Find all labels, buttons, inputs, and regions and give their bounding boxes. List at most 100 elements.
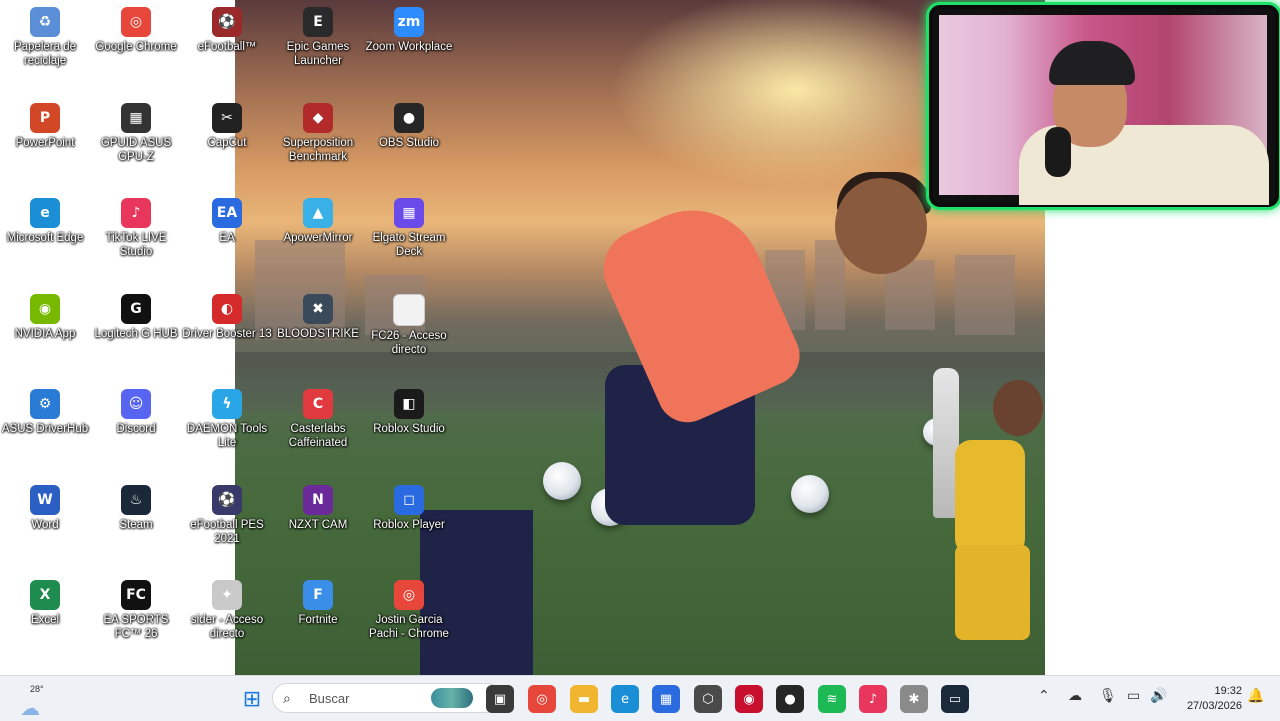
desktop-icon[interactable]: ▲ ApowerMirror [273, 194, 363, 245]
microphone-icon[interactable]: 🎙 [1099, 688, 1117, 704]
taskbar-app-task-view[interactable]: ▣ [486, 685, 514, 713]
edge-icon: e [621, 691, 629, 707]
desktop-icon[interactable]: X Excel [0, 576, 90, 627]
desktop-icon-label: Google Chrome [95, 41, 177, 53]
desktop-icon[interactable]: ϟ DAEMON Tools Lite [182, 385, 272, 450]
benchmark-icon: ◆ [303, 103, 333, 133]
excel-icon: X [30, 580, 60, 610]
desktop-icon[interactable]: ✂ CapCut [182, 99, 272, 150]
task-view-icon: ▣ [493, 691, 507, 707]
windows-icon: ⊞ [242, 686, 262, 712]
store-icon: ▦ [659, 691, 673, 707]
weather-widget[interactable]: 28° ☁ [20, 680, 60, 720]
capture-icon: ▭ [948, 691, 962, 707]
display-icon[interactable]: ▭ [1127, 688, 1140, 704]
notification-icon[interactable]: 🔔 [1247, 688, 1264, 704]
cloud-icon[interactable]: ☁ [1068, 688, 1082, 704]
search-input[interactable]: ⌕ Buscar [272, 683, 502, 713]
taskbar-app-edge[interactable]: e [611, 685, 639, 713]
desktop-icon[interactable]: FC26 - Acceso directo [364, 290, 454, 357]
desktop-icon-label: Epic Games Launcher [286, 41, 350, 67]
desktop-icon-label: Papelera de reciclaje [13, 41, 77, 67]
chevron-up-icon[interactable]: ⌃ [1038, 688, 1050, 704]
taskbar-app-capture[interactable]: ▭ [941, 685, 969, 713]
desktop-icon[interactable]: zm Zoom Workplace [364, 3, 454, 54]
taskbar-app-obs[interactable]: ● [776, 685, 804, 713]
desktop-icon[interactable]: ⚙ ASUS DriverHub [0, 385, 90, 436]
desktop-icon-label: ASUS DriverHub [1, 423, 89, 435]
desktop-icon[interactable]: ◆ Superposition Benchmark [273, 99, 363, 164]
obs-icon: ● [394, 103, 424, 133]
desktop-icon[interactable]: ☺ Discord [91, 385, 181, 436]
casterlabs-icon: C [303, 389, 333, 419]
apowermirror-icon: ▲ [303, 198, 333, 228]
desktop-icon[interactable]: EA EA [182, 194, 272, 245]
desktop-icon[interactable]: N NZXT CAM [273, 481, 363, 532]
gear-icon: ⚙ [30, 389, 60, 419]
taskbar-app-tiktok[interactable]: ♪ [859, 685, 887, 713]
taskbar-app-app-hex[interactable]: ⬡ [694, 685, 722, 713]
desktop-icon[interactable]: FC EA SPORTS FC™ 26 [91, 576, 181, 641]
desktop-icon-label: eFootball™ [197, 41, 257, 53]
desktop-icon[interactable]: ✦ sider - Acceso directo [182, 576, 272, 641]
desktop-icon[interactable]: e Microsoft Edge [0, 194, 90, 245]
hex-icon: ⬡ [702, 691, 714, 707]
desktop-icon[interactable]: G Logitech G HUB [91, 290, 181, 341]
clock-date: 27/03/2026 [1186, 700, 1242, 712]
taskbar-app-file-explorer[interactable]: ▬ [570, 685, 598, 713]
desktop-icon[interactable]: ◎ Jostin Garcia Pachi - Chrome [364, 576, 454, 641]
desktop-icon-label: Discord [116, 423, 156, 435]
desktop-icon-label: Zoom Workplace [365, 41, 453, 53]
ea-icon: EA [212, 198, 242, 228]
tiktok-icon: ♪ [121, 198, 151, 228]
nvidia-icon: ◉ [30, 294, 60, 324]
desktop-icon[interactable]: P PowerPoint [0, 99, 90, 150]
desktop-icon[interactable]: ♨ Steam [91, 481, 181, 532]
desktop-icon[interactable]: ▦ Elgato Stream Deck [364, 194, 454, 259]
desktop-icon[interactable]: ⚽ eFootball™ [182, 3, 272, 54]
taskbar-app-store[interactable]: ▦ [652, 685, 680, 713]
epic-games-icon: E [303, 7, 333, 37]
desktop-icon-label: Microsoft Edge [6, 232, 84, 244]
bloodstrike-icon: ✖ [303, 294, 333, 324]
taskbar-app-spotify[interactable]: ≋ [818, 685, 846, 713]
desktop-icon[interactable]: ◐ Driver Booster 13 [182, 290, 272, 341]
start-button[interactable]: ⊞ [238, 685, 266, 713]
desktop-icon[interactable]: ◉ NVIDIA App [0, 290, 90, 341]
desktop-icon-label: Excel [30, 614, 60, 626]
desktop-icon-label: Roblox Player [373, 519, 445, 531]
desktop-icon[interactable]: ● OBS Studio [364, 99, 454, 150]
taskbar-app-tools[interactable]: ✱ [900, 685, 928, 713]
desktop-icon-label: TikTok LIVE Studio [105, 232, 167, 258]
desktop-icon[interactable]: C Casterlabs Caffeinated [273, 385, 363, 450]
desktop-icon[interactable]: ⚽ eFootball PES 2021 [182, 481, 272, 546]
pes-icon: ⚽ [212, 485, 242, 515]
desktop-icon[interactable]: ♻ Papelera de reciclaje [0, 3, 90, 68]
roblox-icon: ◻ [394, 485, 424, 515]
desktop-icon[interactable]: ◻ Roblox Player [364, 481, 454, 532]
desktop-icon-label: NZXT CAM [288, 519, 348, 531]
taskbar-app-chrome[interactable]: ◎ [528, 685, 556, 713]
desktop-icon[interactable]: ◧ Roblox Studio [364, 385, 454, 436]
desktop-icon-label: PowerPoint [15, 137, 75, 149]
desktop-icon[interactable]: F Fortnite [273, 576, 363, 627]
desktop-icon[interactable]: ▦ GPUID ASUS GPU-Z [91, 99, 181, 164]
desktop-icon-label: OBS Studio [378, 137, 440, 149]
desktop-icon[interactable]: ♪ TikTok LIVE Studio [91, 194, 181, 259]
roblox-studio-icon: ◧ [394, 389, 424, 419]
desktop-icon[interactable]: ◎ Google Chrome [91, 3, 181, 54]
desktop-icon[interactable]: E Epic Games Launcher [273, 3, 363, 68]
obs-icon: ● [784, 691, 796, 707]
desktop-icon[interactable]: ✖ BLOODSTRIKE [273, 290, 363, 341]
desktop-icon-label: Steam [119, 519, 153, 531]
speaker-icon[interactable]: 🔊 [1150, 688, 1167, 704]
desktop-icon-label: BLOODSTRIKE [277, 328, 359, 340]
tiktok-icon: ♪ [868, 691, 878, 707]
logitech-icon: G [121, 294, 151, 324]
desktop-icon[interactable]: W Word [0, 481, 90, 532]
steam-icon: ♨ [121, 485, 151, 515]
desktop-icon-label: DAEMON Tools Lite [186, 423, 268, 449]
taskbar-app-app-red[interactable]: ◉ [735, 685, 763, 713]
system-clock[interactable]: 19:32 27/03/2026 [1187, 684, 1242, 714]
efootball-icon: ⚽ [212, 7, 242, 37]
